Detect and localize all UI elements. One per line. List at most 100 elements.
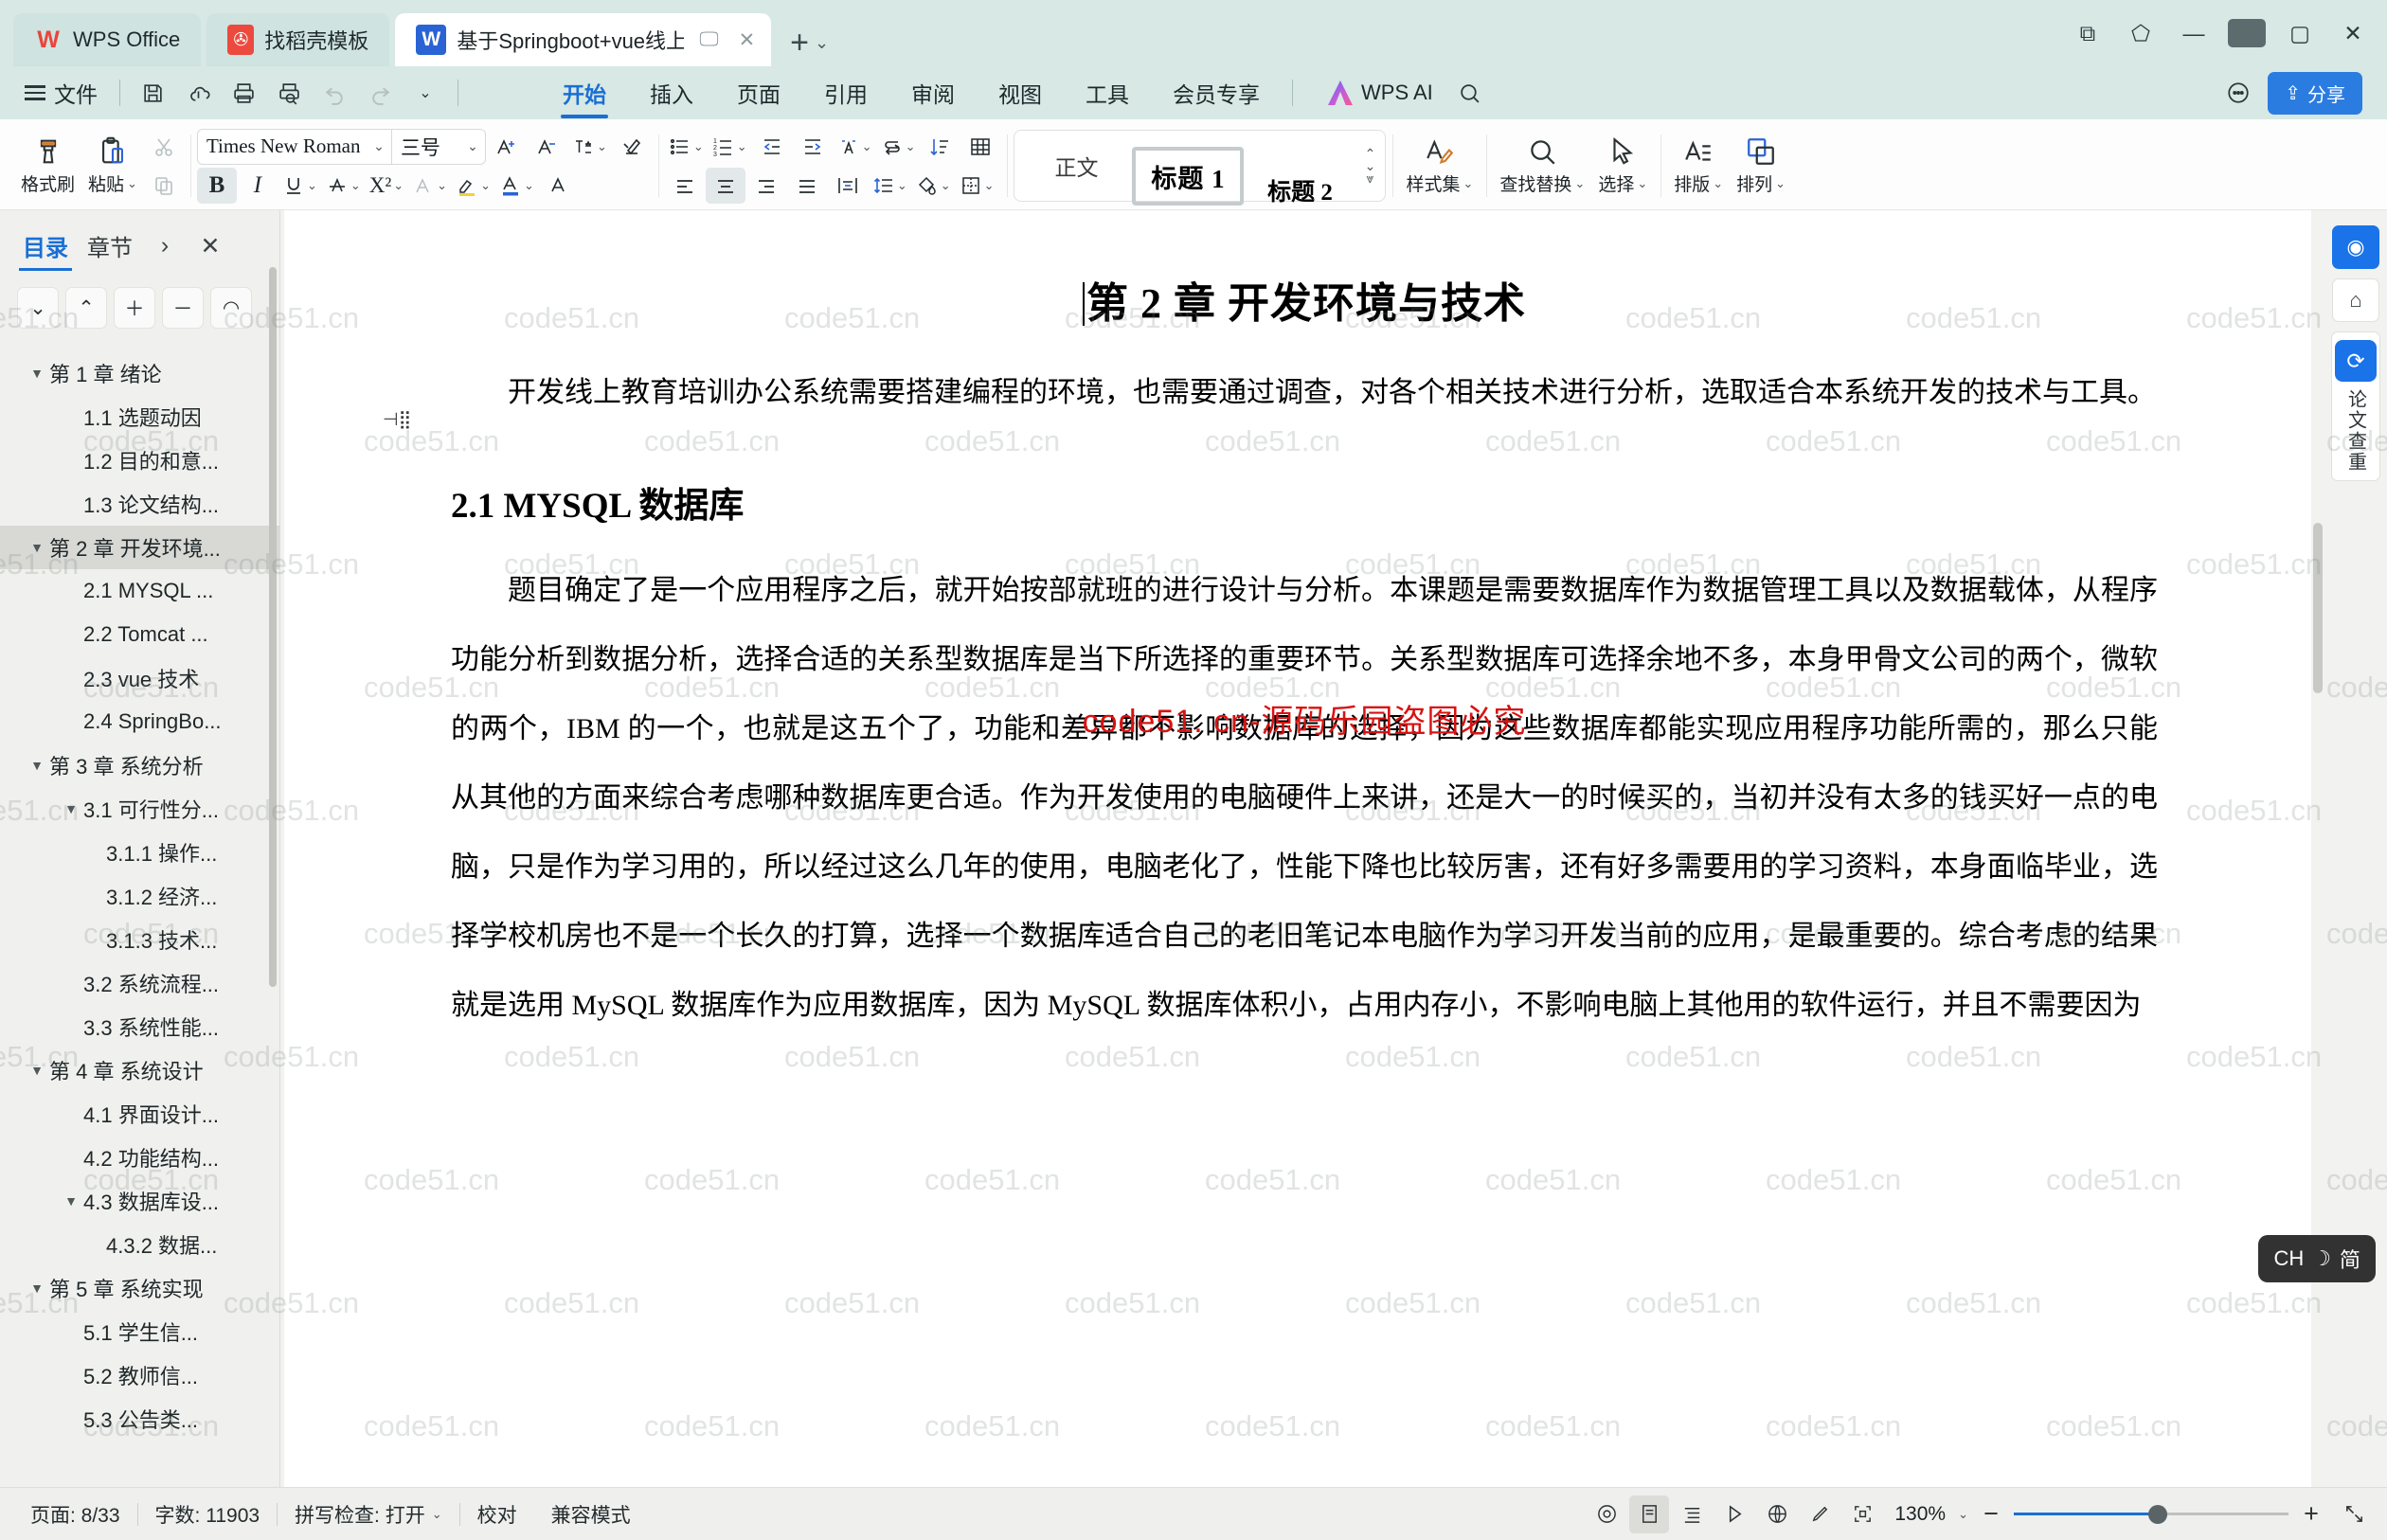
copy-icon[interactable] xyxy=(144,168,184,204)
outline-item[interactable]: 5.2 教师信... xyxy=(0,1353,279,1397)
outline-item[interactable]: 1.2 目的和意... xyxy=(0,439,279,482)
align-center-icon[interactable] xyxy=(705,167,745,204)
arrange-button[interactable]: 排列 ⌄ xyxy=(1730,131,1792,201)
triangle-down-icon[interactable]: ▼ xyxy=(59,801,83,816)
clear-format-icon[interactable] xyxy=(612,129,652,165)
maximize-button[interactable]: ▢ xyxy=(2275,10,2324,56)
asian-layout-icon[interactable]: ⌄ xyxy=(834,129,876,165)
outline-item[interactable]: 3.1.2 经济... xyxy=(0,874,279,918)
find-replace-button[interactable]: 查找替换 ⌄ xyxy=(1493,131,1591,201)
settings-circle-icon[interactable]: ◠ xyxy=(210,287,252,329)
outline-item[interactable]: 3.3 系统性能... xyxy=(0,1005,279,1048)
ime-status-box[interactable]: CH ☽ 简 xyxy=(2258,1235,2376,1282)
triangle-down-icon[interactable]: ▼ xyxy=(25,366,49,381)
new-tab-button[interactable]: + xyxy=(790,27,809,59)
page-view-icon[interactable] xyxy=(1629,1495,1670,1533)
table-icon[interactable] xyxy=(960,129,1000,165)
style-heading-1[interactable]: 标题 1 xyxy=(1132,147,1245,206)
triangle-down-icon[interactable]: ▼ xyxy=(25,1280,49,1296)
tab-list-chevron-icon[interactable]: ⌄ xyxy=(815,33,829,53)
outline-item[interactable]: 3.1.1 操作... xyxy=(0,831,279,874)
outline-item[interactable]: 4.3.2 数据... xyxy=(0,1223,279,1266)
outline-item[interactable]: 2.2 Tomcat ... xyxy=(0,613,279,656)
cut-icon[interactable] xyxy=(144,129,184,165)
pen-tool-icon[interactable] xyxy=(1800,1495,1840,1533)
collapse-down-icon[interactable]: ⌄ xyxy=(17,287,59,329)
pinyin-guide-icon[interactable]: ⌄ xyxy=(568,129,611,165)
ribbon-tab-tools[interactable]: 工具 xyxy=(1066,70,1149,116)
bullet-list-icon[interactable]: ⌄ xyxy=(665,129,708,165)
paragraph-shading-icon[interactable]: ⌄ xyxy=(912,168,955,204)
share-button[interactable]: ⇪ 分享 xyxy=(2268,71,2362,115)
outline-view-icon[interactable] xyxy=(1672,1495,1712,1533)
outline-item[interactable]: ▼ 第 3 章 系统分析 xyxy=(0,743,279,787)
line-spacing-icon[interactable]: ⌄ xyxy=(869,168,911,204)
font-name-chevron-icon[interactable]: ⌄ xyxy=(367,138,391,154)
document-vertical-scrollbar[interactable] xyxy=(2311,210,2324,1487)
tab-wps-office[interactable]: W WPS Office xyxy=(13,13,202,66)
style-heading-2[interactable]: 标题 2 xyxy=(1244,161,1355,220)
font-color-icon[interactable]: ⌄ xyxy=(495,168,538,204)
zoom-slider[interactable] xyxy=(2014,1495,2288,1533)
proofread-button[interactable]: 校对 xyxy=(460,1500,534,1529)
align-right-icon[interactable] xyxy=(746,168,786,204)
ribbon-tab-insert[interactable]: 插入 xyxy=(630,70,713,116)
shrink-font-icon[interactable] xyxy=(528,129,567,165)
close-button[interactable]: ✕ xyxy=(2328,10,2378,56)
outline-item[interactable]: 2.3 vue 技术 xyxy=(0,656,279,700)
wps-ai-button[interactable]: WPS AI xyxy=(1317,76,1445,110)
file-menu-button[interactable]: 文件 xyxy=(13,73,109,113)
decrease-indent-icon[interactable] xyxy=(752,129,792,165)
superscript-button[interactable]: X² ⌄ xyxy=(366,168,407,204)
outline-item[interactable]: ▼ 第 1 章 绪论 xyxy=(0,351,279,395)
bold-button[interactable]: B xyxy=(196,167,237,204)
collapse-up-icon[interactable]: ⌃ xyxy=(65,287,107,329)
scrollbar-thumb[interactable] xyxy=(2313,523,2323,693)
select-button[interactable]: 选择 ⌄ xyxy=(1591,131,1654,201)
chevron-down-icon[interactable]: ⌄ xyxy=(432,1507,442,1522)
numbered-list-icon[interactable]: 123 ⌄ xyxy=(709,129,751,165)
outline-item[interactable]: 2.4 SpringBo... xyxy=(0,700,279,743)
split-view-icon[interactable]: ⧉ xyxy=(2063,10,2112,56)
outline-item[interactable]: 3.1.3 技术... xyxy=(0,918,279,961)
char-shading-icon[interactable] xyxy=(539,168,579,204)
ribbon-tab-review[interactable]: 审阅 xyxy=(891,70,975,116)
read-view-icon[interactable] xyxy=(1714,1495,1754,1533)
spell-check-status[interactable]: 拼写检查: 打开 ⌄ xyxy=(278,1500,459,1529)
outline-item[interactable]: 1.1 选题动因 xyxy=(0,395,279,439)
redo-icon[interactable] xyxy=(358,73,402,113)
tab-document[interactable]: W 基于Springboot+vue线上教育 🖵 ✕ xyxy=(395,13,772,66)
cloud-sync-icon[interactable] xyxy=(176,73,220,113)
sidebar-tab-outline[interactable]: 目录 xyxy=(17,225,74,271)
typeset-button[interactable]: 排版 ⌄ xyxy=(1667,131,1730,201)
fullscreen-icon[interactable] xyxy=(2334,1495,2374,1533)
outline-item[interactable]: ▼ 第 4 章 系统设计 xyxy=(0,1048,279,1092)
zoom-level[interactable]: 130% xyxy=(1885,1503,1955,1526)
italic-button[interactable]: I xyxy=(238,168,278,204)
upload-icon[interactable]: ⌂ xyxy=(2332,278,2379,322)
outline-item[interactable]: 4.2 功能结构... xyxy=(0,1136,279,1179)
account-badge[interactable] xyxy=(2222,10,2271,56)
tab-close-icon[interactable]: ✕ xyxy=(734,28,761,52)
triangle-down-icon[interactable]: ▼ xyxy=(25,1063,49,1078)
font-size-chevron-icon[interactable]: ⌄ xyxy=(460,138,485,154)
highlight-color-icon[interactable]: ⌄ xyxy=(452,168,494,204)
zoom-slider-knob[interactable] xyxy=(2148,1504,2167,1524)
undo-icon[interactable] xyxy=(313,73,356,113)
char-border-icon[interactable]: ⌄ xyxy=(408,168,451,204)
web-view-icon[interactable] xyxy=(1757,1495,1797,1533)
cube-icon[interactable]: ⬠ xyxy=(2116,10,2165,56)
paragraph-anchor-icon[interactable]: ⊣⣿ xyxy=(383,411,411,429)
page-indicator[interactable]: 页面: 8/33 xyxy=(13,1500,137,1529)
outline-item[interactable]: ▼ 第 2 章 开发环境... xyxy=(0,526,279,569)
focus-view-icon[interactable] xyxy=(1587,1495,1626,1533)
outline-item[interactable]: 5.1 学生信... xyxy=(0,1310,279,1353)
align-justify-icon[interactable] xyxy=(787,168,827,204)
outline-item[interactable]: 4.1 界面设计... xyxy=(0,1092,279,1136)
paste-button[interactable]: 粘贴 ⌄ xyxy=(81,131,144,201)
borders-icon[interactable]: ⌄ xyxy=(956,168,998,204)
outline-item[interactable]: ▼ 3.1 可行性分... xyxy=(0,787,279,831)
ribbon-tab-start[interactable]: 开始 xyxy=(543,70,626,118)
ribbon-tab-view[interactable]: 视图 xyxy=(978,70,1062,116)
document-page[interactable]: ⊣⣿ 第 2 章 开发环境与技术 开发线上教育培训办公系统需要搭建编程的环境，也… xyxy=(284,210,2324,1487)
